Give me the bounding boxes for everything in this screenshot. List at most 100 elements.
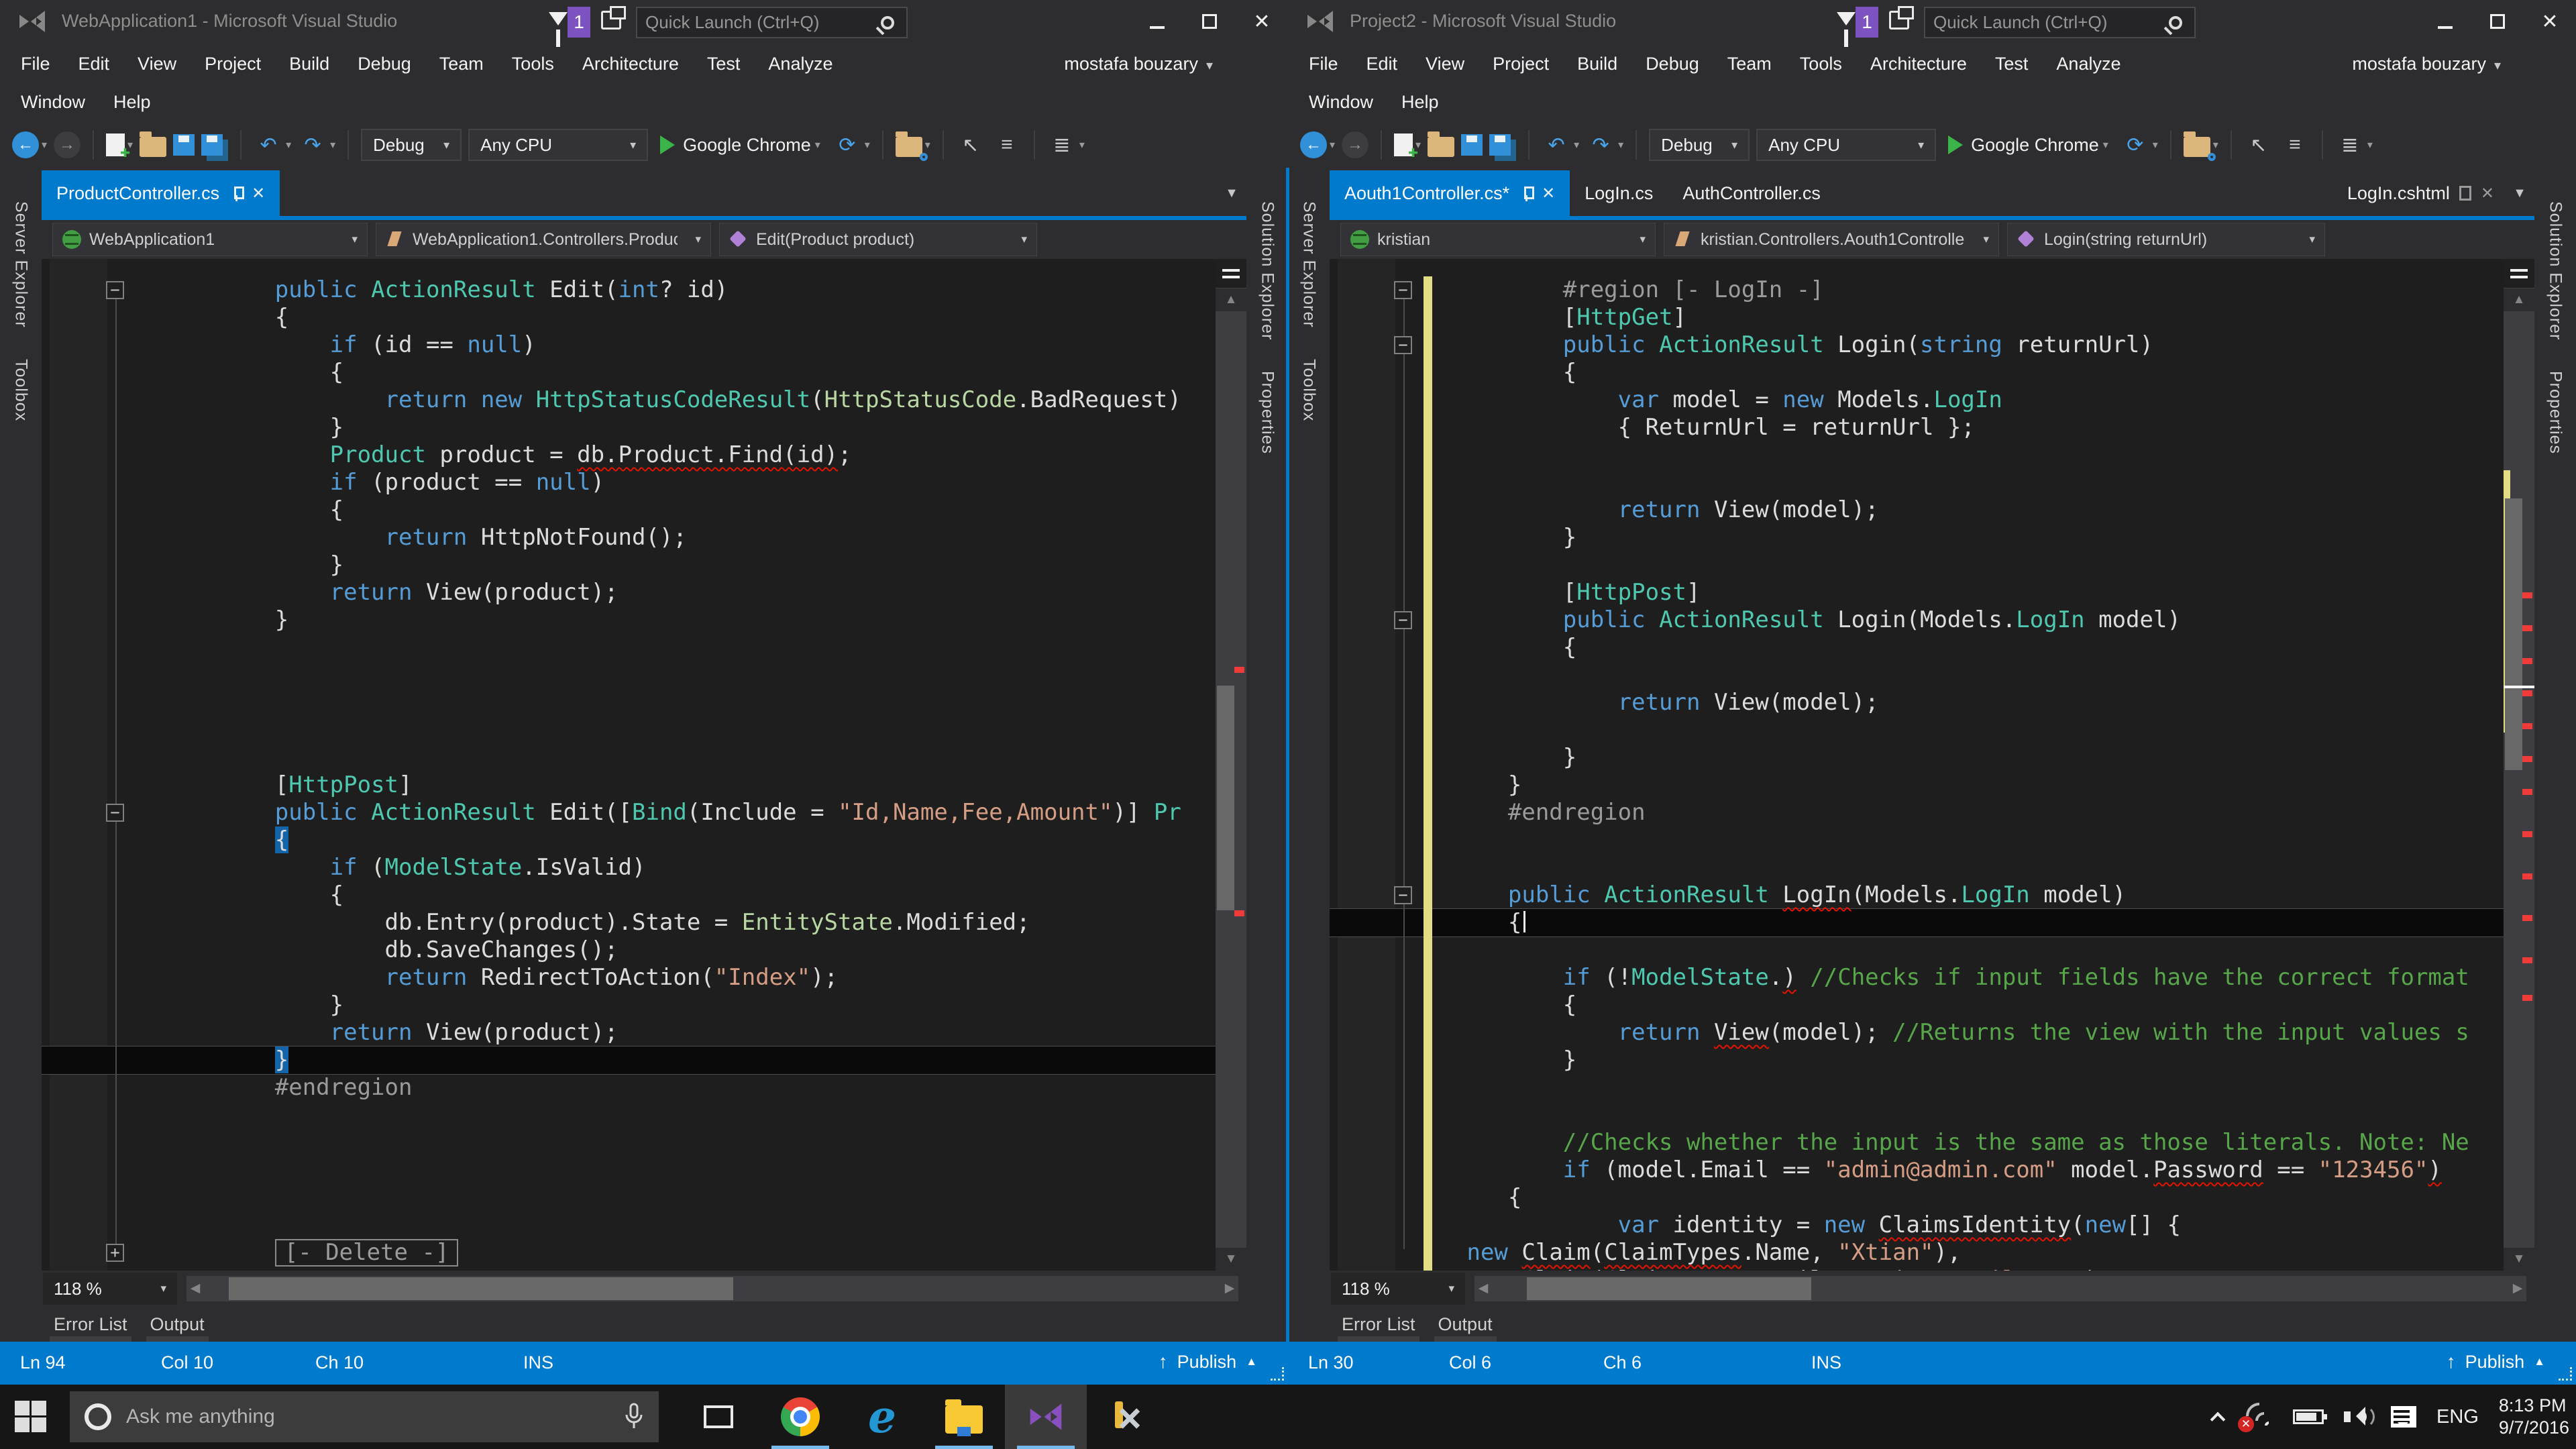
menu-item-window[interactable]: Window <box>7 92 99 113</box>
feedback-funnel-icon[interactable] <box>1837 12 1856 25</box>
chevron-down-icon[interactable]: ▾ <box>1079 138 1085 152</box>
back-dropdown-icon[interactable]: ▾ <box>42 138 47 152</box>
menu-item-help[interactable]: Help <box>1387 92 1453 113</box>
scroll-up-icon[interactable]: ▲ <box>2504 288 2534 311</box>
server-explorer-tab[interactable]: Server Explorer <box>11 201 31 328</box>
solution-configuration-select[interactable]: Debug▾ <box>361 129 462 161</box>
save-all-icon[interactable] <box>1489 134 1511 156</box>
feedback-count-badge[interactable]: 1 <box>568 7 590 38</box>
redo-icon[interactable]: ↷ <box>298 133 327 157</box>
document-tab[interactable]: AuthController.cs <box>1668 170 1835 216</box>
tab-list-chevron-icon[interactable]: ▼ <box>1217 186 1246 201</box>
start-debugging-button[interactable]: Google Chrome ▾ <box>655 135 826 156</box>
breadcrumb-class[interactable]: WebApplication1.Controllers.Product ▾ <box>376 223 711 256</box>
menu-item-edit[interactable]: Edit <box>1352 54 1412 74</box>
save-icon[interactable] <box>173 134 195 156</box>
restore-button[interactable] <box>2471 0 2524 43</box>
chevron-down-icon[interactable]: ▾ <box>2367 138 2373 152</box>
solution-configuration-select[interactable]: Debug▾ <box>1649 129 1750 161</box>
clock[interactable]: 8:13 PM 9/7/2016 <box>2499 1395 2569 1439</box>
network-disconnected-icon[interactable]: ✕ <box>2243 1404 2273 1430</box>
menu-item-help[interactable]: Help <box>99 92 165 113</box>
taskbar-visual-studio[interactable] <box>1005 1385 1087 1449</box>
menu-item-debug[interactable]: Debug <box>1631 54 1713 74</box>
new-project-icon[interactable] <box>1394 133 1413 156</box>
account-menu[interactable]: mostafa bouzary <box>2352 54 2501 74</box>
cursor-select-icon[interactable]: ↖ <box>2244 133 2273 157</box>
navigate-back-icon[interactable]: ← <box>12 131 39 158</box>
expand-region-icon[interactable]: + <box>106 1244 124 1262</box>
save-icon[interactable] <box>1461 134 1483 156</box>
indent-lines-icon[interactable]: ≣ <box>1047 133 1077 157</box>
find-in-files-icon[interactable] <box>2184 137 2210 157</box>
scroll-left-icon[interactable]: ◀ <box>1474 1276 1492 1301</box>
breadcrumb-project[interactable]: WebApplication1 ▾ <box>52 223 368 256</box>
menu-item-project[interactable]: Project <box>1479 54 1563 74</box>
action-center-icon[interactable] <box>2391 1406 2416 1428</box>
taskbar-edge[interactable]: e <box>841 1385 923 1449</box>
find-in-files-icon[interactable] <box>896 137 922 157</box>
find-dropdown-icon[interactable]: ▾ <box>925 138 930 152</box>
code-editor[interactable]: − #region [- LogIn -] [HttpGet]− public … <box>1330 259 2534 1271</box>
toolbox-tab[interactable]: Toolbox <box>11 359 31 421</box>
new-project-icon[interactable] <box>106 133 125 156</box>
cortana-search-input[interactable]: Ask me anything <box>70 1391 659 1442</box>
scrollbar-thumb[interactable] <box>229 1277 734 1300</box>
refresh-icon[interactable]: ⟳ <box>2121 133 2150 157</box>
panel-tab-error-list[interactable]: Error List <box>54 1314 127 1335</box>
menu-item-file[interactable]: File <box>1295 54 1352 74</box>
scroll-right-icon[interactable]: ▶ <box>2509 1276 2526 1301</box>
restore-button[interactable] <box>1183 0 1236 43</box>
document-tab[interactable]: ProductController.cs✕ <box>42 170 280 216</box>
split-editor-handle[interactable] <box>2504 259 2534 288</box>
preview-document-tab[interactable]: LogIn.cshtml✕ <box>2337 183 2505 204</box>
split-editor-handle[interactable] <box>1216 259 1246 288</box>
tab-list-chevron-icon[interactable]: ▼ <box>2505 186 2534 201</box>
task-view-button[interactable] <box>678 1385 759 1449</box>
menu-item-build[interactable]: Build <box>1563 54 1631 74</box>
vertical-scrollbar[interactable]: ▲ ▼ <box>1216 259 1246 1271</box>
refresh-dropdown-icon[interactable]: ▾ <box>2153 138 2158 152</box>
menu-item-tools[interactable]: Tools <box>498 54 568 74</box>
solution-platform-select[interactable]: Any CPU▾ <box>468 129 648 161</box>
collapse-region-icon[interactable]: − <box>1394 611 1412 629</box>
scroll-down-icon[interactable]: ▼ <box>1216 1248 1246 1271</box>
collapse-region-icon[interactable]: − <box>106 281 124 299</box>
code-editor[interactable]: − public ActionResult Edit(int? id) { if… <box>42 259 1246 1271</box>
server-explorer-tab[interactable]: Server Explorer <box>1299 201 1319 328</box>
publish-button[interactable]: ↑ Publish ▲ <box>1159 1351 1257 1373</box>
close-tab-icon[interactable]: ✕ <box>1542 184 1555 203</box>
breadcrumb-project[interactable]: kristian ▾ <box>1340 223 1656 256</box>
find-dropdown-icon[interactable]: ▾ <box>2213 138 2218 152</box>
account-menu[interactable]: mostafa bouzary <box>1064 54 1213 74</box>
volume-icon[interactable] <box>2344 1405 2371 1428</box>
navigate-forward-icon[interactable]: → <box>54 131 80 158</box>
editor-zoom-select[interactable]: 118 %▾ <box>43 1273 177 1305</box>
pin-icon[interactable] <box>229 186 242 200</box>
collapsed-region[interactable]: [- Delete -] <box>275 1239 459 1267</box>
menu-item-file[interactable]: File <box>7 54 64 74</box>
open-file-icon[interactable] <box>1428 137 1454 157</box>
battery-icon[interactable] <box>2293 1409 2324 1424</box>
scrollbar-thumb[interactable] <box>1217 686 1234 910</box>
close-tab-icon[interactable]: ✕ <box>252 184 265 203</box>
quick-launch-input[interactable]: Quick Launch (Ctrl+Q) <box>1924 7 2196 38</box>
menu-item-architecture[interactable]: Architecture <box>1856 54 1981 74</box>
back-dropdown-icon[interactable]: ▾ <box>1330 138 1335 152</box>
menu-item-team[interactable]: Team <box>1713 54 1786 74</box>
properties-tab[interactable]: Properties <box>2546 371 2565 454</box>
redo-dropdown-icon[interactable]: ▾ <box>1618 138 1623 152</box>
quick-launch-input[interactable]: Quick Launch (Ctrl+Q) <box>636 7 908 38</box>
taskbar-chrome[interactable] <box>759 1385 841 1449</box>
scroll-down-icon[interactable]: ▼ <box>2504 1248 2534 1271</box>
toolbox-tab[interactable]: Toolbox <box>1299 359 1319 421</box>
close-button[interactable]: ✕ <box>1236 0 1288 43</box>
document-tab[interactable]: LogIn.cs <box>1570 170 1668 216</box>
collapse-region-icon[interactable]: − <box>1394 886 1412 904</box>
scrollbar-thumb[interactable] <box>1527 1277 1811 1300</box>
panel-tab-error-list[interactable]: Error List <box>1342 1314 1415 1335</box>
start-debugging-button[interactable]: Google Chrome ▾ <box>1943 135 2114 156</box>
language-indicator[interactable]: ENG <box>2436 1406 2479 1428</box>
collapse-region-icon[interactable]: − <box>1394 281 1412 299</box>
horizontal-scrollbar[interactable]: ◀ ▶ <box>186 1276 1238 1301</box>
